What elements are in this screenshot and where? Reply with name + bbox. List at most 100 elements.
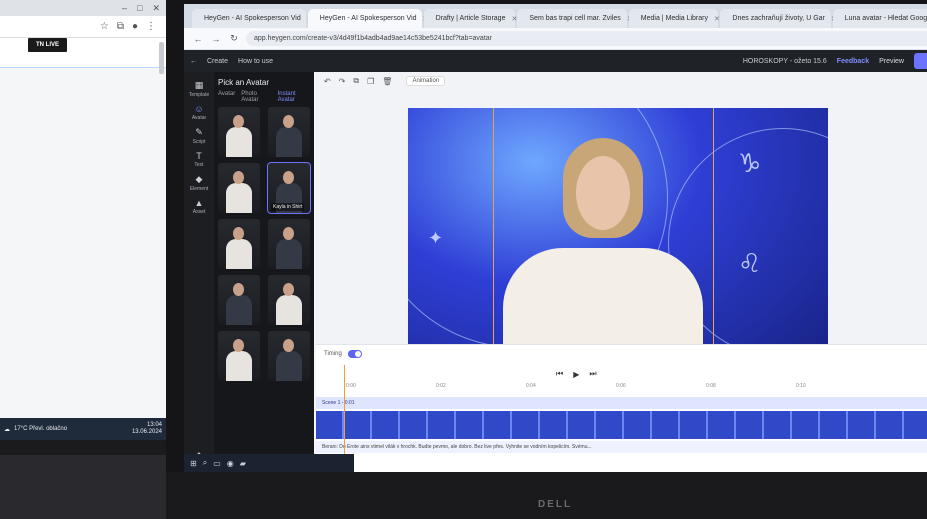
video-preview[interactable]: ♑ ♌ ✦ bbox=[408, 108, 828, 378]
search-icon[interactable]: ⌕ bbox=[203, 458, 207, 468]
maximize-icon[interactable]: □ bbox=[137, 3, 142, 13]
capricorn-glyph-icon: ♑ bbox=[738, 148, 762, 178]
tab-label: Media | Media Library bbox=[640, 15, 708, 22]
asset-icon: ▲ bbox=[194, 198, 204, 208]
avatar-caption: Kayla in Shirt bbox=[271, 203, 305, 211]
avatar-tile[interactable] bbox=[218, 107, 260, 157]
menu-icon[interactable]: ⋮ bbox=[146, 21, 156, 32]
monitor-bezel: DELL bbox=[166, 472, 927, 519]
rewind-icon[interactable]: ⏮ bbox=[556, 369, 563, 379]
back-arrow-icon[interactable]: ← bbox=[190, 58, 197, 65]
how-to-use-link[interactable]: How to use bbox=[238, 58, 273, 65]
browser-tab[interactable]: Sem bas trapi cell mar. Zviles✕ bbox=[517, 9, 633, 28]
forward-skip-icon[interactable]: ⏭ bbox=[589, 369, 596, 379]
avatar-panel: Pick an Avatar Avatar Photo Avatar Insta… bbox=[214, 72, 314, 472]
rail-item-asset[interactable]: ▲ Asset bbox=[193, 198, 206, 215]
text-icon: T bbox=[196, 151, 202, 161]
guide-line[interactable] bbox=[713, 108, 714, 378]
browser-tab[interactable]: HeyGen - AI Spokesperson Vid✕ bbox=[307, 9, 428, 28]
rail-item-label: Script bbox=[192, 139, 206, 145]
leo-glyph-icon: ♌ bbox=[738, 248, 762, 278]
avatar-tile[interactable] bbox=[268, 331, 310, 381]
windows-start-icon[interactable]: ⊞ bbox=[190, 459, 197, 468]
avatar-subtabs: Avatar Photo Avatar Instant Avatar bbox=[218, 91, 310, 103]
rail-item-element[interactable]: ◆ Element bbox=[190, 174, 208, 192]
rail-item-template[interactable]: ▦ Template bbox=[189, 80, 209, 98]
tab-label: HeyGen - AI Spokesperson Vid bbox=[319, 15, 417, 22]
ruler-mark: 0:02 bbox=[436, 383, 446, 389]
avatar-tile[interactable] bbox=[268, 275, 310, 325]
browser-tabstrip: HeyGen - AI Spokesperson Vid✕HeyGen - AI… bbox=[184, 4, 927, 28]
avatar-tile[interactable] bbox=[218, 331, 260, 381]
task-view-icon[interactable]: ▭ bbox=[213, 459, 221, 468]
tab-avatar[interactable]: Avatar bbox=[218, 91, 235, 103]
url-field[interactable]: app.heygen.com/create-v3/4d49f1b4adb4ad9… bbox=[246, 31, 927, 46]
panel-title: Pick an Avatar bbox=[218, 78, 269, 87]
minimize-icon[interactable]: – bbox=[122, 3, 127, 13]
avatar-tile-selected[interactable]: Kayla in Shirt bbox=[267, 162, 311, 214]
taskbar-clock[interactable]: 13:04 13.06.2024 bbox=[132, 422, 162, 436]
rail-item-label: Template bbox=[188, 92, 210, 98]
tab-close-icon[interactable]: ✕ bbox=[714, 15, 720, 23]
copy-icon[interactable]: ❐ bbox=[367, 77, 374, 86]
avatar-tile[interactable] bbox=[218, 275, 260, 325]
rail-item-script[interactable]: ✎ Script bbox=[193, 127, 206, 145]
app-header: ← Create How to use HOROSKOPY - ožeto 15… bbox=[184, 50, 927, 72]
avatar-tile[interactable] bbox=[268, 219, 310, 269]
undo-icon[interactable]: ↶ bbox=[324, 77, 331, 86]
avatar-tile[interactable] bbox=[218, 163, 260, 213]
tab-instant-avatar[interactable]: Instant Avatar bbox=[278, 91, 310, 103]
profile-icon[interactable]: ● bbox=[132, 21, 138, 32]
left-taskbar: ☁ 17°C Převl. oblačno 13:04 13.06.2024 bbox=[0, 418, 166, 440]
browser-tab[interactable]: HeyGen - AI Spokesperson Vid✕ bbox=[192, 9, 313, 28]
redo-icon[interactable]: ↷ bbox=[339, 77, 346, 86]
tab-photo-avatar[interactable]: Photo Avatar bbox=[241, 91, 271, 103]
timing-toggle[interactable] bbox=[347, 350, 362, 358]
avatar-tile[interactable] bbox=[268, 107, 310, 157]
avatar-tile[interactable] bbox=[218, 219, 260, 269]
back-icon[interactable]: ← bbox=[192, 34, 204, 44]
chrome-icon[interactable]: ◉ bbox=[227, 459, 234, 468]
close-icon[interactable]: ✕ bbox=[152, 3, 160, 14]
browser-tab[interactable]: Luna avatar - Hledat Googlem✕ bbox=[832, 9, 927, 28]
layers-icon[interactable]: ⧉ bbox=[353, 76, 359, 86]
weather-text[interactable]: 17°C Převl. oblačno bbox=[14, 426, 67, 432]
script-track[interactable]: Berani: Do Erote ains vtimel vilák v hro… bbox=[316, 441, 927, 453]
clock-date: 13.06.2024 bbox=[131, 429, 162, 435]
extensions-icon[interactable]: ⧉ bbox=[117, 21, 124, 32]
rail-item-label: Element bbox=[189, 186, 209, 192]
star-icon[interactable]: ☆ bbox=[100, 21, 109, 32]
create-button[interactable]: Create bbox=[207, 58, 228, 65]
delete-icon[interactable]: 🗑 bbox=[382, 77, 392, 86]
left-monitor: – □ ✕ ☆ ⧉ ● ⋮ TN LIVE ☁ 17°C Převl. obla… bbox=[0, 0, 172, 455]
preview-button[interactable]: Preview bbox=[879, 58, 904, 65]
tn-live-logo[interactable]: TN LIVE bbox=[28, 38, 68, 52]
scene-label: Scene 1 - 0:01 bbox=[322, 400, 355, 406]
timing-label: Timing bbox=[324, 351, 342, 357]
rail-item-avatar[interactable]: ☺ Avatar bbox=[192, 104, 206, 121]
feedback-link[interactable]: Feedback bbox=[837, 58, 869, 65]
video-track[interactable] bbox=[316, 411, 927, 439]
folder-icon[interactable]: ▰ bbox=[240, 459, 246, 468]
play-icon[interactable]: ▶ bbox=[573, 370, 579, 379]
timeline-ruler[interactable]: 0:00 0:02 0:04 0:06 0:08 0:10 bbox=[316, 383, 927, 395]
project-title[interactable]: HOROSKOPY - ožeto 15.6 bbox=[743, 58, 827, 65]
submit-button[interactable] bbox=[914, 53, 927, 69]
animation-button[interactable]: Animation bbox=[406, 76, 446, 86]
browser-tab[interactable]: Drafty | Article Storage ✕ bbox=[423, 9, 517, 28]
browser-tab[interactable]: Media | Media Library ✕ bbox=[628, 9, 720, 28]
reload-icon[interactable]: ↻ bbox=[228, 33, 240, 44]
forward-icon[interactable]: → bbox=[210, 34, 222, 44]
left-screen: – □ ✕ ☆ ⧉ ● ⋮ TN LIVE ☁ 17°C Převl. obla… bbox=[0, 0, 166, 440]
left-scrollbar[interactable] bbox=[159, 42, 164, 74]
rail-item-label: Text bbox=[194, 162, 204, 168]
weather-icon: ☁ bbox=[4, 426, 10, 433]
browser-tab[interactable]: Dnes zachraňují životy, U Gar✕ bbox=[720, 9, 837, 28]
star-constellation-icon: ✦ bbox=[428, 228, 444, 248]
scene-track[interactable]: Scene 1 - 0:01 bbox=[316, 397, 927, 409]
guide-line[interactable] bbox=[493, 108, 494, 378]
timeline: Timing ⏮ ▶ ⏭ 0:00 0:02 0:04 0:06 0:08 0:10 Sc… bbox=[316, 344, 927, 472]
ruler-mark: 0:00 bbox=[346, 383, 356, 389]
rail-item-text[interactable]: T Text bbox=[194, 151, 203, 168]
playback-controls: ⏮ ▶ ⏭ bbox=[556, 369, 597, 379]
